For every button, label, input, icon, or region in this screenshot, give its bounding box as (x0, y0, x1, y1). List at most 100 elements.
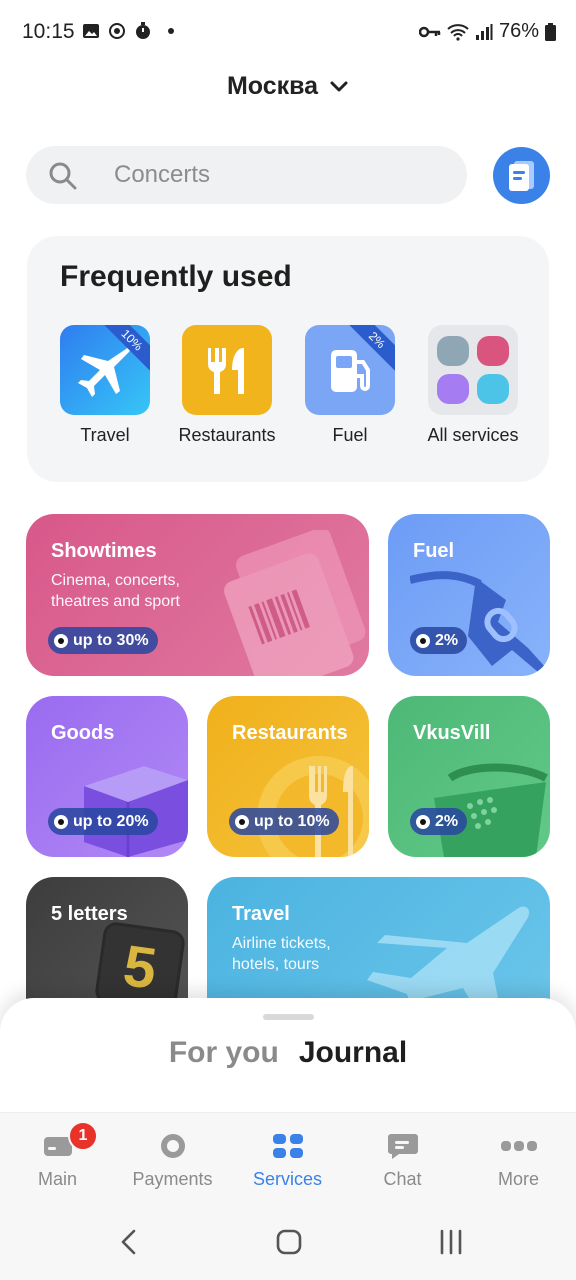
stopwatch-icon (136, 22, 150, 39)
services-grid-icon (272, 1134, 303, 1158)
goods-badge: up to 20% (48, 808, 158, 835)
nav-chat[interactable]: Chat (345, 1131, 460, 1190)
freq-item-all-services[interactable]: All services (413, 325, 533, 446)
fuel-nozzle-icon (410, 571, 546, 672)
showtimes-subtitle-line1: Cinema, concerts, (51, 572, 180, 589)
vkusvill-badge-text: 2% (435, 812, 459, 830)
freq-label-all-services: All services (427, 425, 519, 445)
cashback-coin-icon (54, 633, 68, 648)
search-input[interactable] (114, 156, 444, 194)
fuel-badge: 2% (410, 627, 468, 654)
nav-payments-label: Payments (132, 1169, 213, 1189)
nav-payments-icon-wrap (115, 1131, 230, 1161)
grid-icon (437, 336, 509, 404)
freq-tile-fuel: 2% (305, 325, 395, 415)
restaurants-card[interactable]: Restaurants up to 10% (207, 696, 369, 857)
recents-icon[interactable] (438, 1228, 464, 1256)
status-bar: 10:15 76% (0, 0, 576, 64)
nav-services-label: Services (252, 1169, 323, 1189)
fuel-title: Fuel (413, 540, 455, 562)
image-icon (83, 24, 99, 38)
nav-payments[interactable]: Payments (115, 1131, 230, 1190)
showtimes-badge-text: up to 30% (73, 631, 149, 649)
frequently-used-panel: Frequently used 10% Travel Restaurants 2… (27, 236, 549, 482)
chevron-down-icon (330, 81, 348, 92)
ticket-illustration-icon (224, 530, 366, 676)
vkusvill-badge: 2% (410, 808, 468, 835)
goods-card[interactable]: Goods up to 20% (26, 696, 188, 857)
box-illustration-icon (84, 766, 188, 857)
tab-journal[interactable]: Journal (299, 1036, 407, 1070)
tickets-button[interactable] (493, 147, 550, 204)
home-icon[interactable] (276, 1228, 302, 1256)
travel-title: Travel (232, 903, 290, 925)
payments-icon (160, 1134, 185, 1158)
plate-cutlery-icon (257, 756, 369, 857)
fuel-badge-text: 2% (435, 631, 459, 649)
bottom-nav: 1 Main Payments Services Chat More (0, 1112, 576, 1202)
freq-tile-travel: 10% (60, 325, 150, 415)
nav-more-icon-wrap (461, 1131, 576, 1161)
restaurants-title: Restaurants (232, 722, 348, 744)
vkusvill-card[interactable]: VkusVill 2% (388, 696, 550, 857)
freq-tile-restaurants (182, 325, 272, 415)
nav-more-label: More (497, 1169, 539, 1189)
cashback-coin-icon (54, 814, 68, 829)
more-dots-icon (500, 1141, 537, 1151)
showtimes-subtitle-line2: theatres and sport (51, 593, 180, 610)
nav-chat-icon-wrap (345, 1131, 460, 1161)
freq-label-restaurants: Restaurants (178, 425, 276, 445)
nav-main-label: Main (37, 1169, 77, 1189)
nav-main-icon-wrap: 1 (0, 1121, 115, 1161)
cashback-coin-icon (416, 814, 430, 829)
freq-item-travel[interactable]: 10% Travel (45, 325, 165, 446)
five-letters-digit: 5 (119, 932, 161, 1002)
more-notifications-dot (168, 28, 174, 34)
wifi-icon (447, 23, 469, 41)
chat-icon (387, 1134, 418, 1159)
city-selector[interactable]: Москва (0, 72, 576, 101)
status-time: 10:15 (22, 20, 75, 43)
freq-item-fuel[interactable]: 2% Fuel (290, 325, 410, 446)
fuel-pump-icon (331, 350, 370, 392)
showtimes-card[interactable]: Showtimes Cinema, concerts, theatres and… (26, 514, 369, 676)
freq-label-travel: Travel (80, 425, 130, 445)
travel-subtitle-line1: Airline tickets, (232, 935, 331, 952)
cashback-coin-icon (416, 633, 430, 648)
travel-subtitle: Airline tickets, hotels, tours (232, 933, 331, 975)
target-icon (109, 23, 125, 39)
status-notification-icons (82, 22, 174, 40)
nav-chat-label: Chat (383, 1169, 422, 1189)
freq-tile-all-services (428, 325, 518, 415)
showtimes-subtitle: Cinema, concerts, theatres and sport (51, 570, 180, 612)
battery-icon (545, 22, 556, 41)
goods-badge-text: up to 20% (73, 812, 149, 830)
goods-title: Goods (51, 722, 115, 744)
back-icon[interactable] (118, 1228, 140, 1256)
battery-percent: 76% (498, 20, 539, 42)
nav-more[interactable]: More (461, 1131, 576, 1190)
freq-label-fuel: Fuel (332, 425, 368, 445)
system-nav-bar (0, 1202, 576, 1280)
sheet-tabs: For you Journal (0, 1036, 576, 1070)
tab-for-you[interactable]: For you (169, 1036, 279, 1070)
nav-services[interactable]: Services (230, 1131, 345, 1190)
cutlery-icon (208, 348, 244, 394)
restaurants-badge: up to 10% (229, 808, 339, 835)
showtimes-badge: up to 30% (48, 627, 158, 654)
sheet-drag-handle[interactable] (263, 1014, 314, 1020)
restaurants-badge-text: up to 10% (254, 812, 330, 830)
travel-subtitle-line2: hotels, tours (232, 956, 320, 973)
search-bar[interactable] (26, 146, 467, 204)
city-name: Москва (226, 72, 319, 100)
nav-main[interactable]: 1 Main (0, 1121, 115, 1190)
search-icon (49, 162, 77, 190)
status-system-icons: 76% (418, 20, 556, 43)
five-letters-title: 5 letters (51, 903, 128, 925)
vkusvill-title: VkusVill (413, 722, 491, 744)
fuel-card[interactable]: Fuel 2% (388, 514, 550, 676)
showtimes-title: Showtimes (51, 540, 157, 562)
ticket-icon (508, 160, 534, 191)
freq-item-restaurants[interactable]: Restaurants (167, 325, 287, 446)
frequently-used-title: Frequently used (60, 260, 292, 293)
